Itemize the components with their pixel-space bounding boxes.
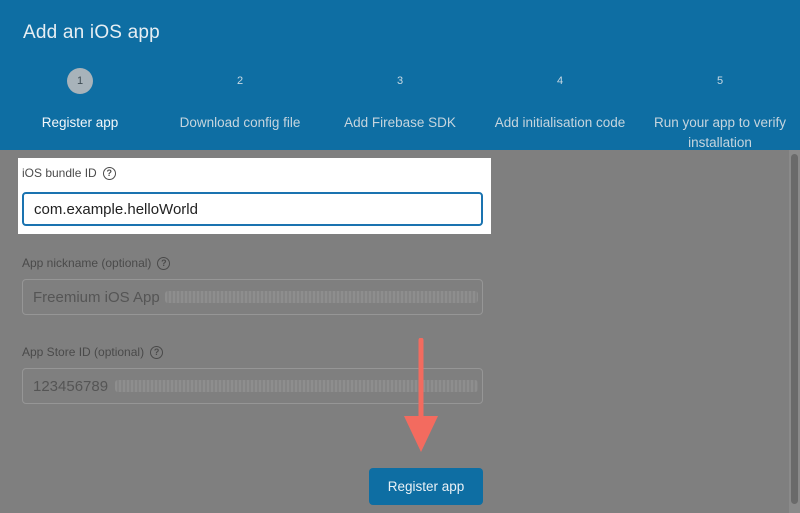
step-number: 2 [236,75,244,87]
step-number: 5 [716,75,724,87]
step-add-init-code[interactable]: 4 Add initialisation code [480,68,640,133]
step-add-sdk[interactable]: 3 Add Firebase SDK [320,68,480,133]
dialog-header: Add an iOS app 1 Register app 2 Download… [0,0,800,150]
app-store-id-label-row: App Store ID (optional) ? [22,345,164,359]
down-arrow-icon [404,338,438,452]
question-circle-icon[interactable]: ? [150,345,164,359]
nickname-placeholder: Freemium iOS App [33,288,160,306]
step-download-config[interactable]: 2 Download config file [160,68,320,133]
step-verify-installation[interactable]: 5 Run your app to verify installation [640,68,800,153]
step-label: Run your app to verify installation [653,115,787,150]
step-label: Add initialisation code [494,115,626,130]
step-number: 4 [556,75,564,87]
bundle-id-label: iOS bundle ID [22,166,97,180]
step-label: Download config file [179,115,301,130]
step-register-app[interactable]: 1 Register app [0,68,160,133]
question-circle-icon[interactable]: ? [157,256,171,270]
nickname-label: App nickname (optional) [22,256,152,270]
nickname-label-row: App nickname (optional) ? [22,256,171,270]
scroll-thumb[interactable] [791,154,798,504]
bundle-id-label-row: iOS bundle ID ? [22,166,116,180]
bundle-id-input[interactable]: com.example.helloWorld [22,192,483,226]
register-app-button[interactable]: Register app [369,468,483,505]
question-circle-icon[interactable]: ? [102,166,116,180]
step-number: 1 [67,68,93,94]
step-number: 3 [396,75,404,87]
step-label: Add Firebase SDK [344,115,456,130]
dialog-title: Add an iOS app [23,22,160,43]
scrollbar[interactable] [789,150,800,513]
blurred-placeholder [165,291,478,303]
step-label: Register app [41,115,119,130]
app-store-id-label: App Store ID (optional) [22,345,145,359]
app-store-id-placeholder: 123456789 [33,377,109,395]
bundle-id-value: com.example.helloWorld [34,200,198,218]
